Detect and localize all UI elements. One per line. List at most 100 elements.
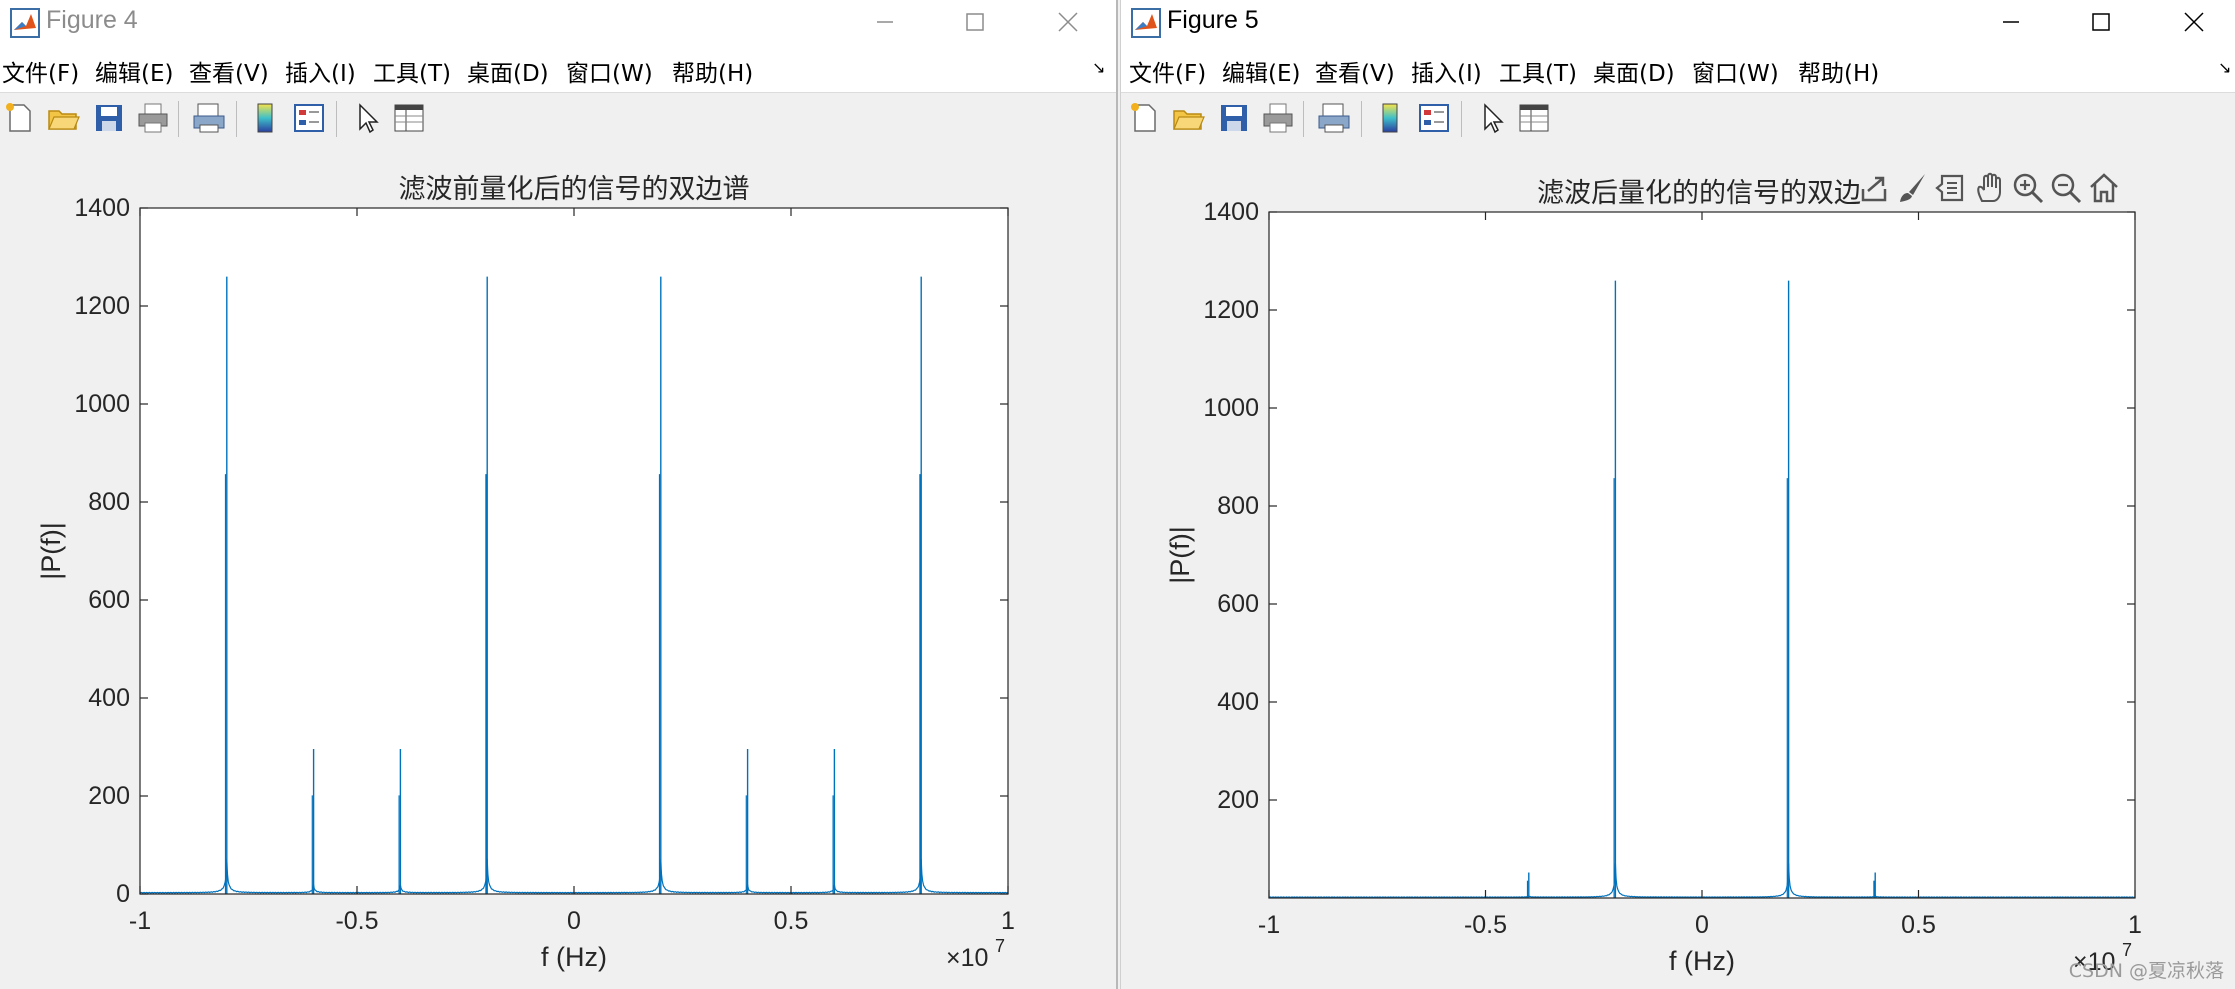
- y-tick-label: 600: [1217, 590, 1259, 618]
- pointer-icon[interactable]: [1475, 101, 1509, 135]
- home-icon[interactable]: [2087, 171, 2121, 205]
- menu-file[interactable]: 文件(F): [1129, 54, 1206, 88]
- minimize-icon: [877, 21, 893, 23]
- maximize-button[interactable]: [945, 0, 1005, 44]
- menu-tools[interactable]: 工具(T): [373, 54, 451, 88]
- y-axis-label: |P(f)|: [1165, 526, 1195, 584]
- menu-window[interactable]: 窗口(W): [1692, 54, 1779, 88]
- menu-window[interactable]: 窗口(W): [566, 54, 653, 88]
- zoom-out-icon[interactable]: [2049, 171, 2083, 205]
- pan-icon[interactable]: [1973, 171, 2007, 205]
- y-tick-label: 800: [88, 488, 130, 516]
- x-exponent-power: 7: [995, 936, 1005, 956]
- menu-edit[interactable]: 编辑(E): [95, 54, 173, 88]
- brush-icon[interactable]: [1896, 171, 1930, 205]
- close-button[interactable]: [1038, 0, 1098, 44]
- figure-5-window: Figure 5 文件(F) 编辑(E) 查看(V) 插入(I) 工具(T) 桌…: [1120, 0, 2235, 989]
- y-tick-label: 0: [116, 880, 130, 908]
- property-inspector-icon[interactable]: [392, 101, 426, 135]
- x-axis-label: f (Hz): [1669, 946, 1735, 976]
- close-button[interactable]: [2164, 0, 2224, 44]
- y-tick-label: 400: [1217, 688, 1259, 716]
- pointer-icon[interactable]: [350, 101, 384, 135]
- window-title: Figure 5: [1167, 6, 1259, 34]
- print-icon[interactable]: [136, 101, 170, 135]
- matlab-icon: [1131, 8, 1161, 38]
- menu-file[interactable]: 文件(F): [2, 54, 79, 88]
- colorbar-icon[interactable]: [1373, 101, 1407, 135]
- save-icon[interactable]: [1217, 101, 1251, 135]
- title-bar[interactable]: Figure 4: [0, 0, 1116, 44]
- spectrum-plot[interactable]: 200 400 600 800 1000 1200 1400 -1 -0.5 0 0.5 1 滤波后量化…: [1121, 145, 2235, 989]
- maximize-button[interactable]: [2071, 0, 2131, 44]
- y-tick-label: 600: [88, 586, 130, 614]
- y-tick-label: 200: [1217, 786, 1259, 814]
- new-figure-icon[interactable]: [2, 101, 36, 135]
- menu-view[interactable]: 查看(V): [189, 54, 269, 88]
- x-tick-label: -0.5: [335, 907, 378, 935]
- x-tick-label: 0: [567, 907, 581, 935]
- menu-tools[interactable]: 工具(T): [1499, 54, 1577, 88]
- minimize-button[interactable]: [855, 0, 915, 44]
- new-figure-icon[interactable]: [1127, 101, 1161, 135]
- plot-title: 滤波前量化后的信号的双边谱: [399, 174, 750, 204]
- menu-edit[interactable]: 编辑(E): [1222, 54, 1300, 88]
- figure-canvas: 200 400 600 800 1000 1200 1400 -1 -0.5 0 0.5 1 滤波后量化…: [1121, 145, 2235, 989]
- y-tick-label: 1000: [74, 390, 130, 418]
- dock-arrow-icon[interactable]: ↘: [2218, 58, 2231, 77]
- plot-title: 滤波后量化的的信号的双边: [1537, 178, 1861, 208]
- toolbar-separator: [236, 101, 237, 137]
- x-tick-label: 0: [1695, 911, 1709, 939]
- menu-desktop[interactable]: 桌面(D): [467, 54, 549, 88]
- menu-bar: 文件(F) 编辑(E) 查看(V) 插入(I) 工具(T) 桌面(D) 窗口(W…: [0, 44, 1116, 92]
- figure-toolbar: [1121, 92, 2235, 146]
- close-icon: [1058, 12, 1078, 32]
- property-inspector-icon[interactable]: [1517, 101, 1551, 135]
- zoom-in-icon[interactable]: [2011, 171, 2045, 205]
- plot-area: [1269, 212, 2135, 898]
- save-icon[interactable]: [92, 101, 126, 135]
- toolbar-separator: [1461, 101, 1462, 137]
- open-file-icon[interactable]: [46, 101, 80, 135]
- toolbar-separator: [1303, 101, 1304, 137]
- x-tick-label: 0.5: [1901, 911, 1936, 939]
- menu-insert[interactable]: 插入(I): [1411, 54, 1482, 88]
- minimize-icon: [2003, 21, 2019, 23]
- menu-desktop[interactable]: 桌面(D): [1593, 54, 1675, 88]
- datatip-icon[interactable]: [1933, 171, 1967, 205]
- y-tick-label: 800: [1217, 492, 1259, 520]
- spectrum-plot[interactable]: 0 200 400 600 800 1000 1200 1400 -1 -0.5 0 0.5 1 滤波前量…: [0, 145, 1116, 989]
- maximize-icon: [966, 13, 984, 31]
- menu-insert[interactable]: 插入(I): [285, 54, 356, 88]
- y-tick-label: 400: [88, 684, 130, 712]
- figure-toolbar: [0, 92, 1116, 146]
- x-exponent-label: ×10: [946, 944, 988, 972]
- matlab-icon: [10, 8, 40, 38]
- figure-4-window: Figure 4 文件(F) 编辑(E) 查看(V) 插入(I) 工具(T) 桌…: [0, 0, 1118, 989]
- y-tick-label: 200: [88, 782, 130, 810]
- x-axis-label: f (Hz): [541, 942, 607, 972]
- toolbar-separator: [1361, 101, 1362, 137]
- export-icon[interactable]: [1858, 171, 1892, 205]
- x-tick-label: -1: [1258, 911, 1280, 939]
- legend-icon[interactable]: [292, 101, 326, 135]
- open-file-icon[interactable]: [1171, 101, 1205, 135]
- legend-icon[interactable]: [1417, 101, 1451, 135]
- maximize-icon: [2092, 13, 2110, 31]
- print-preview-icon[interactable]: [1317, 101, 1351, 135]
- menu-view[interactable]: 查看(V): [1315, 54, 1395, 88]
- figure-canvas: 0 200 400 600 800 1000 1200 1400 -1 -0.5 0 0.5 1 滤波前量…: [0, 145, 1116, 989]
- y-tick-label: 1400: [74, 194, 130, 222]
- x-tick-label: -0.5: [1464, 911, 1507, 939]
- colorbar-icon[interactable]: [248, 101, 282, 135]
- print-icon[interactable]: [1261, 101, 1295, 135]
- title-bar[interactable]: Figure 5: [1121, 0, 2235, 44]
- menu-help[interactable]: 帮助(H): [672, 54, 753, 88]
- menu-help[interactable]: 帮助(H): [1798, 54, 1879, 88]
- toolbar-separator: [178, 101, 179, 137]
- x-tick-label: 0.5: [774, 907, 809, 935]
- dock-arrow-icon[interactable]: ↘: [1092, 58, 1105, 77]
- print-preview-icon[interactable]: [192, 101, 226, 135]
- minimize-button[interactable]: [1981, 0, 2041, 44]
- y-tick-label: 1000: [1203, 394, 1259, 422]
